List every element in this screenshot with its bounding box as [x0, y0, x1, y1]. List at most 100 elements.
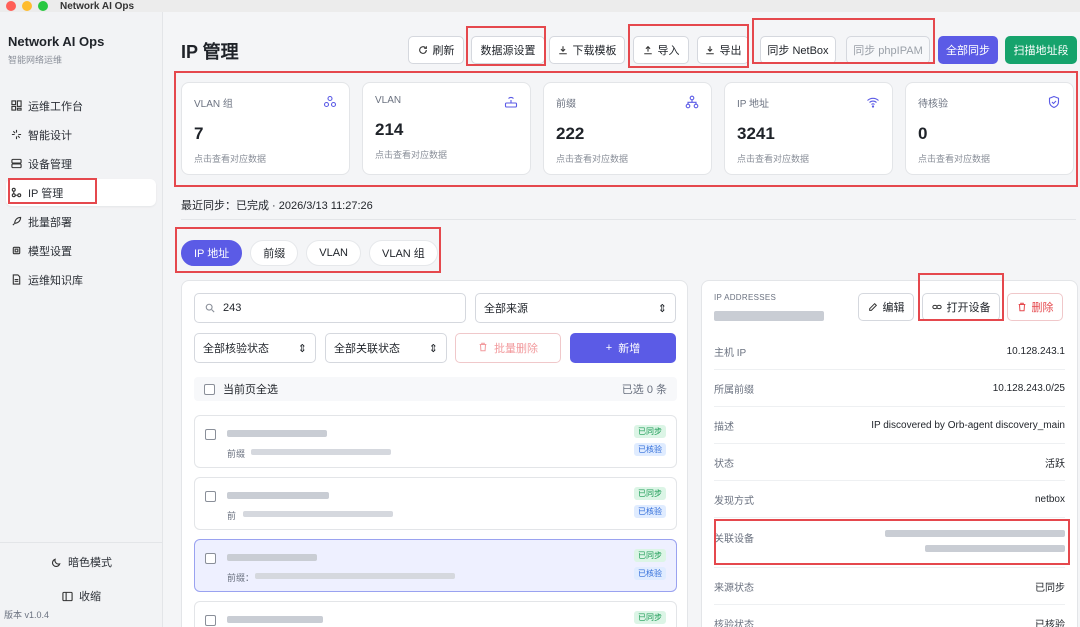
sync-netbox-button[interactable]: 同步 NetBox [760, 36, 836, 64]
batch-delete-button[interactable]: 批量删除 [455, 333, 561, 363]
search-input[interactable]: 243 [194, 293, 466, 323]
tab-vlan[interactable]: VLAN [306, 240, 362, 266]
tab-vlan-group[interactable]: VLAN 组 [369, 240, 438, 266]
source-filter-value: 全部来源 [484, 303, 528, 315]
window-title: Network AI Ops [60, 0, 135, 12]
detail-row-verify-status: 核验状态 已核验 [714, 605, 1065, 627]
list-item-selected[interactable]: 前缀： 已同步 已核验 [194, 539, 677, 592]
delete-button[interactable]: 删除 [1007, 293, 1063, 321]
detail-row-host-ip: 主机 IP 10.128.243.1 [714, 333, 1065, 370]
sidebar-item-design[interactable]: 智能设计 [6, 121, 156, 148]
stat-card-ip-address[interactable]: IP 地址 3241 点击查看对应数据 [724, 82, 893, 175]
sidebar-item-devices[interactable]: 设备管理 [6, 150, 156, 177]
scan-range-button[interactable]: 扫描地址段 [1005, 36, 1077, 64]
main-content: IP 管理 刷新 数据源设置 下载模板 导入 导出 同步 NetBox 同步 p… [163, 12, 1080, 627]
select-all-checkbox[interactable] [204, 383, 215, 395]
link-status-select[interactable]: 全部关联状态 ⇕ [325, 333, 447, 363]
link-icon [931, 302, 942, 312]
list-item[interactable]: 已同步 [194, 601, 677, 627]
stat-label: IP 地址 [737, 99, 770, 110]
moon-icon [51, 557, 62, 568]
field-value: 10.128.243.1 [1006, 345, 1065, 357]
sidebar-item-label: 模型设置 [28, 245, 72, 258]
download-icon [705, 45, 715, 55]
verified-badge: 已核验 [634, 567, 666, 580]
stat-value: 7 [194, 124, 204, 143]
cluster-icon [323, 95, 337, 108]
sync-netbox-label: 同步 NetBox [767, 45, 829, 57]
open-device-button[interactable]: 打开设备 [922, 293, 1000, 321]
verify-status-select[interactable]: 全部核验状态 ⇕ [194, 333, 316, 363]
datasource-settings-button[interactable]: 数据源设置 [471, 36, 545, 64]
tab-ip-address[interactable]: IP 地址 [181, 240, 243, 266]
sync-all-label: 全部同步 [946, 45, 990, 57]
detail-header: IP ADDRESSES [714, 293, 777, 302]
ip-detail-panel: IP ADDRESSES 编辑 打开设备 删除 主机 IP 10.128.243… [701, 280, 1078, 627]
dark-mode-toggle[interactable]: 暗色模式 [0, 547, 163, 577]
edit-button[interactable]: 编辑 [858, 293, 914, 321]
redacted-ip-title [714, 311, 824, 321]
sidebar-item-label: IP 管理 [28, 187, 64, 200]
field-key: 关联设备 [714, 534, 754, 545]
collapse-label: 收缩 [79, 591, 101, 603]
stat-hint: 点击查看对应数据 [556, 154, 629, 164]
detail-row-description: 描述 IP discovered by Orb-agent discovery_… [714, 407, 1065, 444]
brand-subtitle: 智能网络运维 [8, 55, 63, 65]
field-value: netbox [1034, 493, 1065, 505]
list-item[interactable]: 前 已同步 已核验 [194, 477, 677, 530]
stat-card-vlan-group[interactable]: VLAN 组 7 点击查看对应数据 [181, 82, 350, 175]
stat-card-prefix[interactable]: 前缀 222 点击查看对应数据 [543, 82, 712, 175]
sync-badge: 已同步 [634, 611, 666, 624]
sidebar-item-batch-deploy[interactable]: 批量部署 [6, 208, 156, 235]
prefix-label: 前缀： [227, 573, 255, 583]
maximize-window-button[interactable] [38, 1, 48, 11]
verified-badge: 已核验 [634, 443, 666, 456]
sync-all-button[interactable]: 全部同步 [938, 36, 998, 64]
collapse-button[interactable]: 收缩 [0, 581, 163, 611]
field-key: 主机 IP [714, 347, 747, 359]
sidebar-item-label: 运维工作台 [28, 100, 83, 113]
stat-card-pending-verify[interactable]: 待核验 0 点击查看对应数据 [905, 82, 1074, 175]
stat-value: 3241 [737, 124, 775, 143]
row-checkbox[interactable] [205, 429, 216, 440]
close-window-button[interactable] [6, 1, 16, 11]
edit-label: 编辑 [882, 302, 905, 314]
select-all-row[interactable]: 当前页全选 已选 0 条 [194, 377, 677, 401]
datasource-label: 数据源设置 [480, 45, 536, 57]
list-item[interactable]: 前缀 已同步 已核验 [194, 415, 677, 468]
detail-row-prefix: 所属前缀 10.128.243.0/25 [714, 370, 1065, 407]
brand-name: Network AI Ops [8, 34, 105, 49]
source-filter-select[interactable]: 全部来源 ⇕ [475, 293, 676, 323]
field-value: 已核验 [1035, 620, 1065, 627]
import-button[interactable]: 导入 [633, 36, 689, 64]
network-icon [10, 187, 22, 199]
detail-row-status: 状态 活跃 [714, 444, 1065, 481]
field-value: IP discovered by Orb-agent discovery_mai… [871, 419, 1065, 431]
tab-prefix[interactable]: 前缀 [250, 240, 299, 266]
dashboard-icon [10, 100, 22, 112]
sidebar-item-ip-management[interactable]: IP 管理 [6, 179, 156, 206]
stat-card-vlan[interactable]: VLAN 214 点击查看对应数据 [362, 82, 531, 175]
chevron-updown-icon: ⇕ [297, 342, 307, 355]
sync-phpipam-button[interactable]: 同步 phpIPAM [846, 36, 930, 64]
sidebar-item-workbench[interactable]: 运维工作台 [6, 92, 156, 119]
row-checkbox[interactable] [205, 553, 216, 564]
download-template-button[interactable]: 下载模板 [549, 36, 625, 64]
refresh-button[interactable]: 刷新 [408, 36, 464, 64]
field-key: 所属前缀 [714, 384, 754, 396]
detail-row-linked-device: 关联设备 [714, 518, 1065, 568]
stat-hint: 点击查看对应数据 [737, 154, 810, 164]
row-checkbox[interactable] [205, 615, 216, 626]
chevron-updown-icon: ⇕ [657, 302, 667, 315]
open-device-label: 打开设备 [946, 302, 991, 314]
sidebar-item-knowledge-base[interactable]: 运维知识库 [6, 266, 156, 293]
prefix-label: 前缀 [227, 449, 246, 459]
field-value: 活跃 [1045, 458, 1065, 470]
export-button[interactable]: 导出 [697, 36, 749, 64]
tab-bar: IP 地址 前缀 VLAN VLAN 组 [181, 240, 446, 266]
sidebar-item-model-settings[interactable]: 模型设置 [6, 237, 156, 264]
add-button[interactable]: + 新增 [570, 333, 676, 363]
minimize-window-button[interactable] [22, 1, 32, 11]
sync-badge: 已同步 [634, 549, 666, 562]
row-checkbox[interactable] [205, 491, 216, 502]
